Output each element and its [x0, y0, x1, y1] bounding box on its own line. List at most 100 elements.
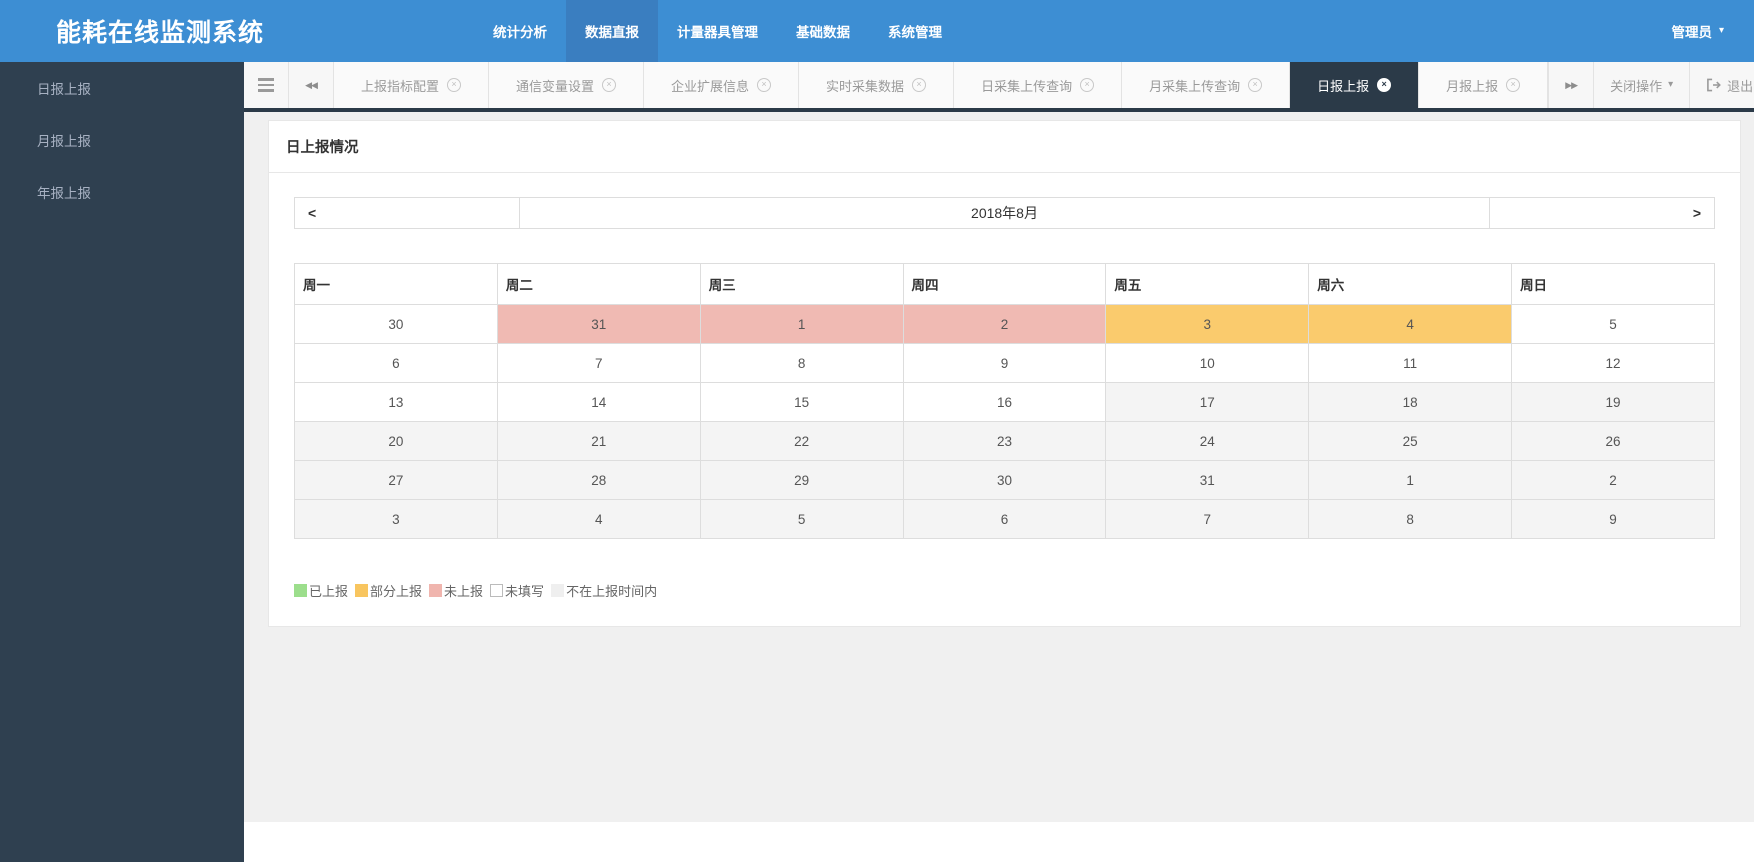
sidebar-item[interactable]: 日报上报	[0, 62, 244, 114]
calendar-day-cell[interactable]: 24	[1106, 422, 1309, 461]
content: 日上报情况 < 2018年8月 > 周一周二周三周四周五周六周日 3031123…	[244, 112, 1754, 627]
calendar-row: 3456789	[295, 500, 1715, 539]
calendar-toolbar: < 2018年8月 >	[294, 197, 1715, 229]
calendar-day-cell[interactable]: 31	[1106, 461, 1309, 500]
top-nav-item[interactable]: 系统管理	[869, 0, 961, 62]
tab-close-icon[interactable]: ×	[1506, 78, 1520, 92]
prev-month-button[interactable]: <	[294, 197, 520, 229]
legend-item: 未上报	[429, 581, 483, 600]
calendar-day-cell[interactable]: 9	[1512, 500, 1715, 539]
tab-close-icon[interactable]: ×	[602, 78, 616, 92]
calendar-day-cell[interactable]: 1	[1309, 461, 1512, 500]
tab-close-icon[interactable]: ×	[1080, 78, 1094, 92]
scroll-tabs-left-button[interactable]: ◀◀	[289, 62, 334, 108]
calendar-day-cell[interactable]: 3	[295, 500, 498, 539]
tab-close-icon[interactable]: ×	[912, 78, 926, 92]
calendar-day-cell[interactable]: 3	[1106, 305, 1309, 344]
tab-item[interactable]: 日采集上传查询×	[954, 62, 1122, 108]
calendar-day-cell[interactable]: 22	[700, 422, 903, 461]
tab-label: 上报指标配置	[361, 76, 439, 95]
tab-label: 通信变量设置	[516, 76, 594, 95]
legend-label: 未填写	[505, 581, 544, 600]
calendar-day-cell[interactable]: 2	[1512, 461, 1715, 500]
calendar-day-cell[interactable]: 27	[295, 461, 498, 500]
calendar-day-cell[interactable]: 14	[497, 383, 700, 422]
tab-close-icon[interactable]: ×	[1248, 78, 1262, 92]
tab-item[interactable]: 月报上报×	[1419, 62, 1548, 108]
daily-report-panel: 日上报情况 < 2018年8月 > 周一周二周三周四周五周六周日 3031123…	[268, 120, 1741, 627]
calendar-day-cell[interactable]: 5	[700, 500, 903, 539]
calendar-day-cell[interactable]: 20	[295, 422, 498, 461]
calendar-day-cell[interactable]: 5	[1512, 305, 1715, 344]
calendar-day-cell[interactable]: 30	[295, 305, 498, 344]
legend-item: 部分上报	[355, 581, 422, 600]
tab-close-icon[interactable]: ×	[447, 78, 461, 92]
footer-strip	[244, 822, 1754, 862]
top-nav-item[interactable]: 数据直报	[566, 0, 658, 62]
calendar-day-cell[interactable]: 13	[295, 383, 498, 422]
top-nav-item[interactable]: 计量器具管理	[658, 0, 777, 62]
calendar-day-cell[interactable]: 7	[497, 344, 700, 383]
calendar-day-cell[interactable]: 18	[1309, 383, 1512, 422]
calendar-day-cell[interactable]: 8	[1309, 500, 1512, 539]
calendar-row: 13141516171819	[295, 383, 1715, 422]
tab-item[interactable]: 通信变量设置 ×	[489, 62, 644, 108]
logout-label: 退出	[1727, 76, 1753, 95]
collapse-sidebar-button[interactable]	[244, 62, 289, 108]
tab-close-icon[interactable]: ×	[1377, 78, 1391, 92]
next-month-button[interactable]: >	[1489, 197, 1715, 229]
calendar-day-cell[interactable]: 6	[903, 500, 1106, 539]
tab-item[interactable]: 企业扩展信息×	[644, 62, 799, 108]
calendar-day-cell[interactable]: 15	[700, 383, 903, 422]
calendar-day-cell[interactable]: 4	[497, 500, 700, 539]
weekday-header-cell: 周四	[903, 264, 1106, 305]
tab-item[interactable]: 上报指标配置 ×	[334, 62, 489, 108]
legend-label: 不在上报时间内	[566, 581, 657, 600]
chevron-down-icon: ▾	[1668, 80, 1673, 90]
calendar-legend: 已上报部分上报 未上报 未填写 不在上报时间内	[294, 581, 1715, 600]
calendar-day-cell[interactable]: 2	[903, 305, 1106, 344]
calendar-day-cell[interactable]: 26	[1512, 422, 1715, 461]
calendar-day-cell[interactable]: 1	[700, 305, 903, 344]
weekday-header-row: 周一周二周三周四周五周六周日	[295, 264, 1715, 305]
calendar-day-cell[interactable]: 4	[1309, 305, 1512, 344]
calendar-day-cell[interactable]: 12	[1512, 344, 1715, 383]
top-nav-item[interactable]: 统计分析	[474, 0, 566, 62]
scroll-tabs-right-button[interactable]: ▶▶	[1549, 62, 1594, 108]
calendar-day-cell[interactable]: 8	[700, 344, 903, 383]
calendar-day-cell[interactable]: 19	[1512, 383, 1715, 422]
tab-item[interactable]: 实时采集数据×	[799, 62, 954, 108]
calendar-day-cell[interactable]: 6	[295, 344, 498, 383]
sidebar-item[interactable]: 年报上报	[0, 166, 244, 218]
logout-button[interactable]: 退出	[1690, 62, 1754, 108]
calendar-day-cell[interactable]: 31	[497, 305, 700, 344]
calendar-day-cell[interactable]: 21	[497, 422, 700, 461]
calendar-day-cell[interactable]: 17	[1106, 383, 1309, 422]
top-nav-item[interactable]: 基础数据	[777, 0, 869, 62]
tab-active[interactable]: 日报上报 ×	[1290, 62, 1419, 108]
close-operations-dropdown[interactable]: 关闭操作 ▾	[1594, 62, 1690, 108]
calendar-day-cell[interactable]: 9	[903, 344, 1106, 383]
calendar-day-cell[interactable]: 7	[1106, 500, 1309, 539]
main-area: ◀◀ 上报指标配置×通信变量设置×企业扩展信息×实时采集数据×日采集上传查询×月…	[244, 62, 1754, 862]
calendar-day-cell[interactable]: 10	[1106, 344, 1309, 383]
legend-label: 未上报	[444, 581, 483, 600]
calendar-day-cell[interactable]: 11	[1309, 344, 1512, 383]
tab-label: 日报上报	[1317, 76, 1369, 95]
sidebar-item[interactable]: 月报上报	[0, 114, 244, 166]
calendar-day-cell[interactable]: 28	[497, 461, 700, 500]
calendar-day-cell[interactable]: 30	[903, 461, 1106, 500]
legend-label: 已上报	[309, 581, 348, 600]
calendar-day-cell[interactable]: 25	[1309, 422, 1512, 461]
weekday-header-cell: 周五	[1106, 264, 1309, 305]
calendar-day-cell[interactable]: 16	[903, 383, 1106, 422]
tab-close-icon[interactable]: ×	[757, 78, 771, 92]
weekday-header-cell: 周三	[700, 264, 903, 305]
legend-swatch	[429, 584, 442, 597]
tabs-holder: 上报指标配置×通信变量设置×企业扩展信息×实时采集数据×日采集上传查询×月采集上…	[334, 62, 1548, 108]
hamburger-icon	[258, 78, 274, 92]
calendar-day-cell[interactable]: 29	[700, 461, 903, 500]
tab-item[interactable]: 月采集上传查询×	[1122, 62, 1290, 108]
calendar-day-cell[interactable]: 23	[903, 422, 1106, 461]
user-menu[interactable]: 管理员 ▾	[1671, 0, 1754, 62]
